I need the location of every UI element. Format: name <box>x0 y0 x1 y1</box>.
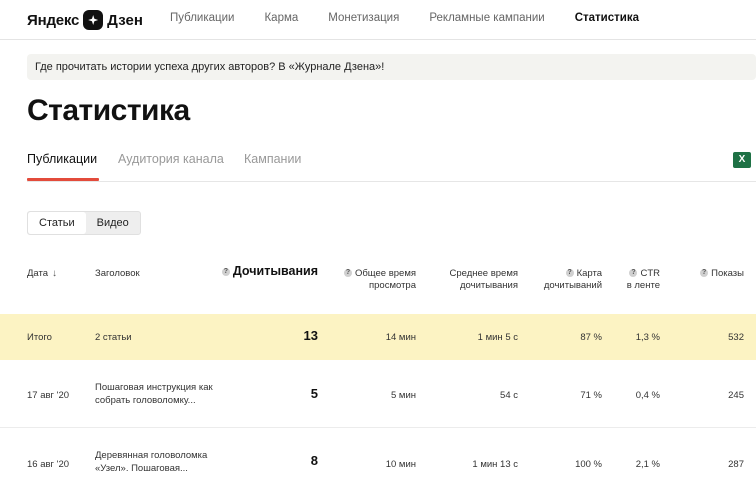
row-reads: 5 <box>310 386 318 401</box>
col-title[interactable]: Заголовок <box>95 268 140 280</box>
table-row[interactable]: 17 авг '20 Пошаговая инструкция как собра… <box>0 362 756 428</box>
col-date[interactable]: Дата ↓ <box>27 268 57 280</box>
total-title: 2 статьи <box>95 332 132 343</box>
row-map: 71 % <box>580 390 602 401</box>
row-title[interactable]: Деревянная головоломка «Узел». Пошаговая.… <box>95 449 235 475</box>
row-ctr: 2,1 % <box>635 459 660 470</box>
total-views: 532 <box>728 332 744 343</box>
page-title: Статистика <box>27 94 190 127</box>
help-icon[interactable]: ? <box>629 269 638 278</box>
row-date: 16 авг '20 <box>27 459 70 470</box>
top-header: Яндекс Дзен Публикации Карма Монетизация… <box>0 0 756 40</box>
total-map: 87 % <box>580 332 602 343</box>
nav-monetization[interactable]: Монетизация <box>328 12 399 24</box>
col-views[interactable]: ? Показы <box>700 268 744 280</box>
table-header: Дата ↓ Заголовок ? Дочитывания ? Общее врем… <box>0 262 756 302</box>
row-avg-time: 1 мин 13 с <box>472 459 518 470</box>
table-total-row: Итого 2 статьи 13 14 мин 1 мин 5 с 87 % … <box>0 314 756 360</box>
content-type-toggle: Статьи Видео <box>27 211 141 235</box>
row-ctr: 0,4 % <box>635 390 660 401</box>
logo-dzen: Дзен <box>107 11 143 29</box>
help-icon[interactable]: ? <box>700 269 709 278</box>
info-banner[interactable]: Где прочитать истории успеха других авто… <box>27 54 756 80</box>
table-row[interactable]: 16 авг '20 Деревянная головоломка «Узел».… <box>0 430 756 500</box>
toggle-video[interactable]: Видео <box>86 212 140 234</box>
row-views: 287 <box>728 459 744 470</box>
sort-down-icon: ↓ <box>52 268 58 279</box>
banner-text: Где прочитать истории успеха других авто… <box>35 61 385 73</box>
col-read-map[interactable]: ? Карта дочитываний <box>544 268 602 292</box>
row-views: 245 <box>728 390 744 401</box>
row-total-time: 10 мин <box>385 459 416 470</box>
row-title[interactable]: Пошаговая инструкция как собрать головоло… <box>95 381 235 407</box>
total-avg-time: 1 мин 5 с <box>477 332 518 343</box>
total-ctr: 1,3 % <box>635 332 660 343</box>
logo[interactable]: Яндекс Дзен <box>27 9 143 31</box>
row-total-time: 5 мин <box>390 390 416 401</box>
row-reads: 8 <box>310 453 318 468</box>
toggle-articles[interactable]: Статьи <box>28 212 86 234</box>
dzen-logo-icon <box>83 10 104 30</box>
help-icon[interactable]: ? <box>221 267 230 276</box>
stats-tabs: Публикации Аудитория канала Кампании <box>27 152 756 182</box>
tab-campaigns[interactable]: Кампании <box>244 152 301 166</box>
nav-publications[interactable]: Публикации <box>170 12 234 24</box>
nav-karma[interactable]: Карма <box>264 12 298 24</box>
active-tab-underline <box>27 178 99 181</box>
total-reads: 13 <box>303 328 318 343</box>
col-reads[interactable]: ? Дочитывания <box>221 265 318 277</box>
col-total-time[interactable]: ? Общее время просмотра <box>343 268 416 292</box>
nav-statistics[interactable]: Статистика <box>575 12 639 24</box>
row-map: 100 % <box>575 459 602 470</box>
col-avg-time[interactable]: Среднее время дочитывания <box>449 268 518 292</box>
tab-audience[interactable]: Аудитория канала <box>118 152 224 166</box>
total-total-time: 14 мин <box>385 332 416 343</box>
excel-icon[interactable]: X <box>733 152 751 168</box>
help-icon[interactable]: ? <box>343 269 352 278</box>
col-ctr[interactable]: ? CTR в ленте <box>627 268 660 292</box>
row-avg-time: 54 с <box>500 390 518 401</box>
logo-word: Яндекс <box>27 11 80 29</box>
main-nav: Публикации Карма Монетизация Рекламные к… <box>170 12 669 24</box>
help-icon[interactable]: ? <box>565 269 574 278</box>
row-date: 17 авг '20 <box>27 390 70 401</box>
total-label: Итого <box>27 332 52 343</box>
nav-ad-campaigns[interactable]: Рекламные кампании <box>429 12 544 24</box>
tab-publications[interactable]: Публикации <box>27 152 97 166</box>
